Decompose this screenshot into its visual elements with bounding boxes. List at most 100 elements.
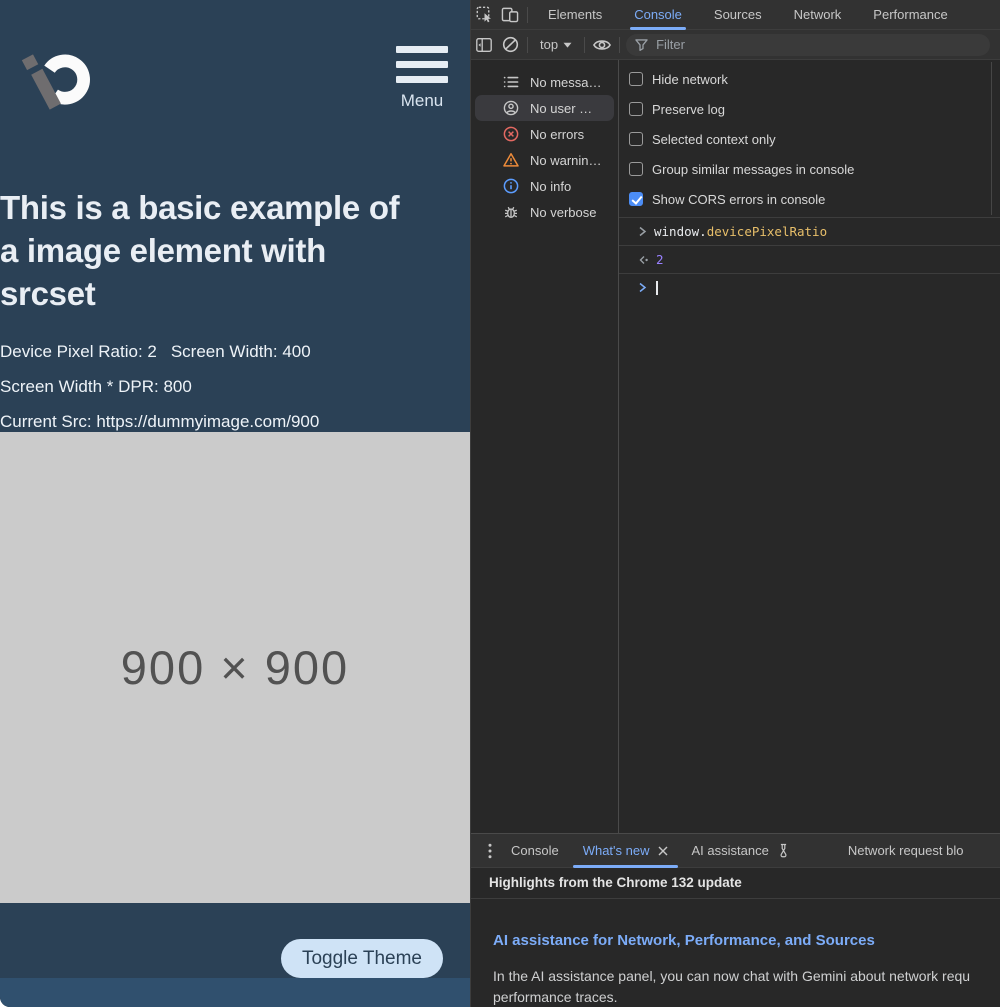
console-sidebar-toggle-icon[interactable] [471,32,497,58]
filter-input[interactable] [654,36,981,53]
list-icon [503,74,519,90]
return-value-icon [639,255,648,264]
article-body-line: performance traces. [493,989,618,1005]
checkbox-label: Group similar messages in console [652,161,855,177]
prompt-chevron-icon [639,282,647,293]
drawer-tab-label: Console [511,843,559,858]
placeholder-image: 900 × 900 [0,432,470,903]
sidebar-item-verbose[interactable]: No verbose [471,199,618,225]
sidebar-item-user-messages[interactable]: No user … [475,95,614,121]
checkbox-preserve-log[interactable]: Preserve log [629,94,1000,124]
console-body: No messa… No user … No errors No warnin…… [471,60,1000,833]
page-title-line: srcset [0,275,96,312]
stat-current-src: Current Src: https://dummyimage.com/900 [0,412,320,431]
clear-console-icon[interactable] [497,32,523,58]
devtools-panel: Elements Console Sources Network Perform… [470,0,1000,1007]
verbose-bug-icon [503,204,519,220]
drawer-tab-network-request-blocking[interactable]: Network request blo [836,834,976,868]
stat-screen-width: Screen Width: 400 [170,342,311,361]
checkbox-label: Show CORS errors in console [652,191,826,207]
whats-new-article: AI assistance for Network, Performance, … [471,899,1000,1007]
warning-icon [503,152,519,168]
filter-funnel-icon [635,38,648,51]
tab-network[interactable]: Network [778,0,858,30]
expression-chevron-icon [639,226,647,237]
device-toolbar-icon[interactable] [497,2,523,28]
console-expression-row[interactable]: window.devicePixelRatio [619,218,1000,246]
checkbox-show-cors[interactable]: Show CORS errors in console [629,184,1000,214]
divider [584,36,586,53]
stat-line: Device Pixel Ratio: 2 Screen Width: 400 [0,342,470,362]
checkbox-icon [629,162,643,176]
tab-elements[interactable]: Elements [532,0,618,30]
devtools-drawer: Console What's new AI assistance Network… [471,833,1000,1007]
page-footer [0,978,470,1007]
tab-performance[interactable]: Performance [857,0,963,30]
expression-property: devicePixelRatio [706,224,828,239]
console-filter[interactable] [626,33,990,56]
sidebar-item-info[interactable]: No info [471,173,618,199]
page-title: This is a basic example of a image eleme… [0,186,470,315]
checkbox-selected-context[interactable]: Selected context only [629,124,1000,154]
menu-button[interactable]: Menu [396,46,448,111]
stat-width-dpr: Screen Width * DPR: 800 [0,377,192,396]
whats-new-subheader: Highlights from the Chrome 132 update [471,868,1000,899]
chevron-down-icon [563,42,572,48]
context-selector-value: top [540,37,559,52]
checkbox-icon [629,72,643,86]
page-title-line: This is a basic example of [0,189,400,226]
result-value: 2 [656,252,664,267]
console-expression: window.devicePixelRatio [654,224,827,239]
web-page: Menu This is a basic example of a image … [0,0,470,1007]
sidebar-item-label: No messa… [530,74,602,90]
context-selector[interactable]: top [532,37,580,52]
sidebar-item-warnings[interactable]: No warnin… [471,147,618,173]
expression-object: window. [654,224,707,239]
stat-dpr: Device Pixel Ratio: 2 [0,342,157,361]
sidebar-item-label: No user … [530,100,593,116]
info-icon [503,178,519,194]
more-tools-icon[interactable] [481,838,499,864]
checkbox-group-similar[interactable]: Group similar messages in console [629,154,1000,184]
checkbox-label: Preserve log [652,101,725,117]
tab-console[interactable]: Console [618,0,698,30]
divider [619,36,621,53]
console-toolbar: top [471,30,1000,60]
placeholder-image-text: 900 × 900 [120,641,350,694]
screenshot: Menu This is a basic example of a image … [0,0,1000,1007]
sidebar-item-label: No info [530,178,572,194]
checkbox-label: Selected context only [652,131,776,147]
console-main: Hide network Preserve log Selected conte… [619,60,1000,833]
article-body-line: In the AI assistance panel, you can now … [493,968,971,984]
sidebar-item-label: No errors [530,126,585,142]
drawer-tab-whats-new[interactable]: What's new [571,834,680,868]
divider [527,6,528,23]
drawer-tab-label: AI assistance [691,843,769,858]
error-icon [503,126,519,142]
sidebar-item-errors[interactable]: No errors [471,121,618,147]
text-cursor [656,280,658,295]
drawer-tab-console[interactable]: Console [499,834,571,868]
checkbox-label: Hide network [652,71,728,87]
user-icon [503,100,519,116]
sidebar-item-label: No verbose [530,204,597,220]
console-prompt[interactable] [619,274,1000,301]
drawer-tab-ai-assistance[interactable]: AI assistance [680,834,802,868]
console-sidebar: No messa… No user … No errors No warnin…… [471,60,619,833]
drawer-tabbar: Console What's new AI assistance Network… [471,834,1000,868]
toggle-theme-button[interactable]: Toggle Theme [280,939,443,978]
experiment-flask-icon [780,843,787,858]
sidebar-item-messages[interactable]: No messa… [471,69,618,95]
page-title-line: a image element with [0,232,326,269]
devtools-tabbar: Elements Console Sources Network Perform… [471,0,1000,30]
tab-sources[interactable]: Sources [698,0,778,30]
live-expression-eye-icon[interactable] [589,32,615,58]
console-result-row[interactable]: 2 [619,246,1000,274]
article-title[interactable]: AI assistance for Network, Performance, … [493,932,1000,949]
drawer-tab-label: What's new [582,843,650,858]
inspect-element-icon[interactable] [471,2,497,28]
article-body: In the AI assistance panel, you can now … [493,966,1000,1007]
site-logo-icon[interactable] [20,32,102,133]
checkbox-hide-network[interactable]: Hide network [629,64,1000,94]
close-icon[interactable] [658,846,668,856]
